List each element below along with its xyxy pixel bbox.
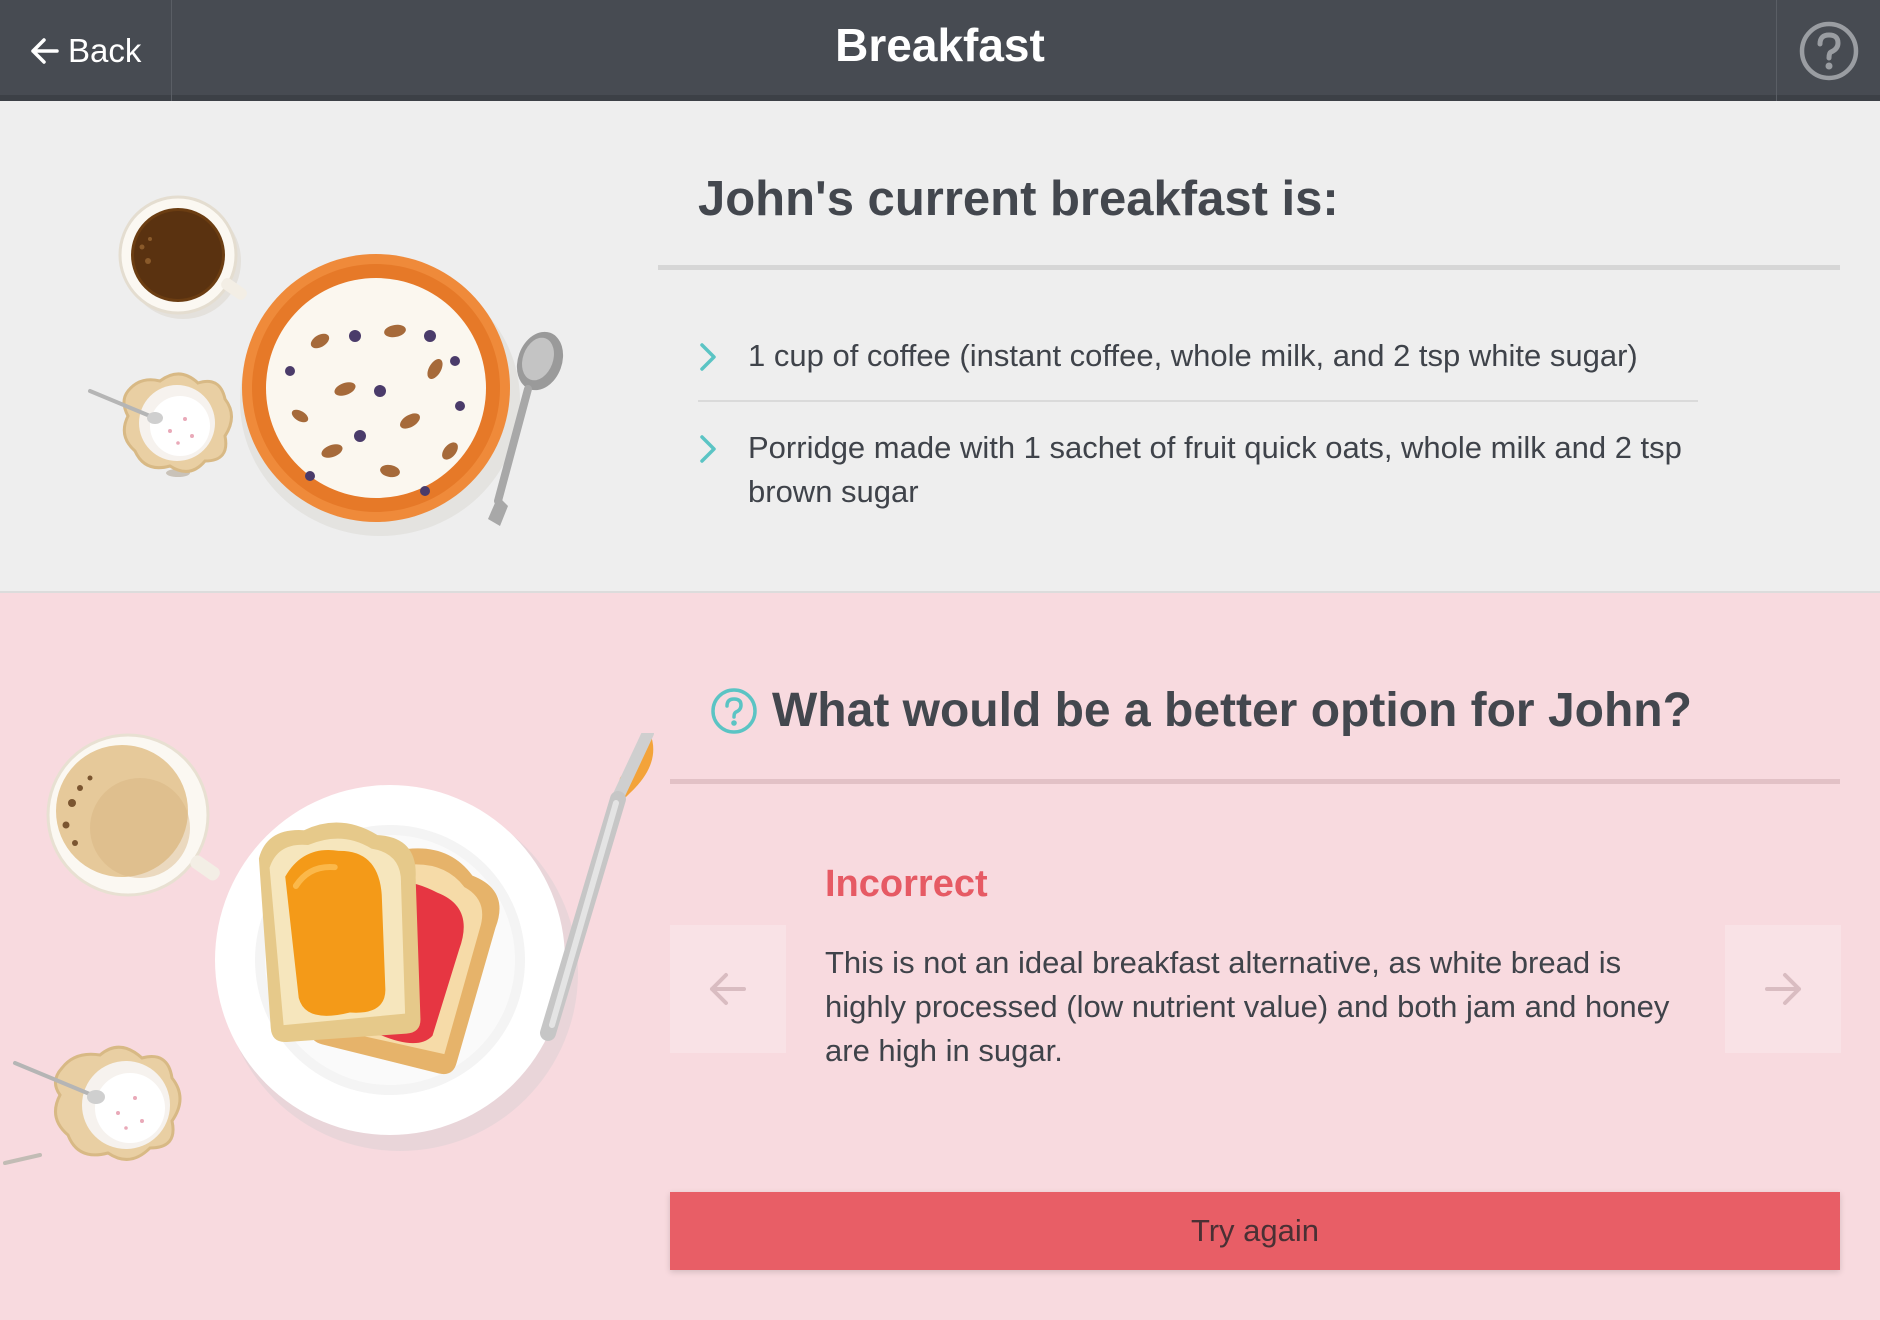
top-bar: Back Breakfast [0, 0, 1880, 101]
current-breakfast-heading: John's current breakfast is: [698, 172, 1339, 226]
back-label: Back [68, 31, 142, 69]
next-option-button[interactable] [1725, 925, 1841, 1053]
breakfast-item-list: 1 cup of coffee (instant coffee, whole m… [698, 326, 1698, 552]
better-option-section: What would be a better option for John? … [0, 593, 1880, 1320]
porridge-illustration [88, 195, 564, 536]
arrow-left-icon [710, 973, 746, 1005]
current-breakfast-section: John's current breakfast is: 1 cup of co… [0, 101, 1880, 593]
arrow-left-icon [31, 37, 59, 64]
list-item: Porridge made with 1 sachet of fruit qui… [698, 418, 1698, 536]
feedback-explanation: This is not an ideal breakfast alternati… [825, 945, 1670, 1068]
prev-option-button[interactable] [670, 925, 786, 1053]
question-circle-icon [711, 687, 757, 734]
back-button[interactable]: Back [0, 0, 172, 101]
try-again-label: Try again [1190, 1213, 1320, 1248]
arrow-right-icon [1765, 973, 1801, 1005]
list-item: 1 cup of coffee (instant coffee, whole m… [698, 326, 1698, 402]
try-again-button[interactable]: Try again [670, 1192, 1840, 1270]
heading-divider [658, 265, 1840, 270]
toast-illustration [3, 733, 654, 1165]
chevron-right-icon [700, 343, 716, 371]
page-title: Breakfast [835, 19, 1045, 71]
feedback-status: Incorrect [825, 863, 988, 905]
chevron-right-icon [700, 435, 716, 463]
question-heading-text: What would be a better option for John? [772, 684, 1692, 737]
list-item-text: Porridge made with 1 sachet of fruit qui… [748, 430, 1682, 509]
question-divider [670, 779, 1840, 784]
help-button[interactable] [1776, 0, 1880, 101]
list-item-text: 1 cup of coffee (instant coffee, whole m… [748, 338, 1638, 373]
help-circle-icon [1799, 21, 1858, 80]
question-heading: What would be a better option for John? [710, 683, 1692, 738]
